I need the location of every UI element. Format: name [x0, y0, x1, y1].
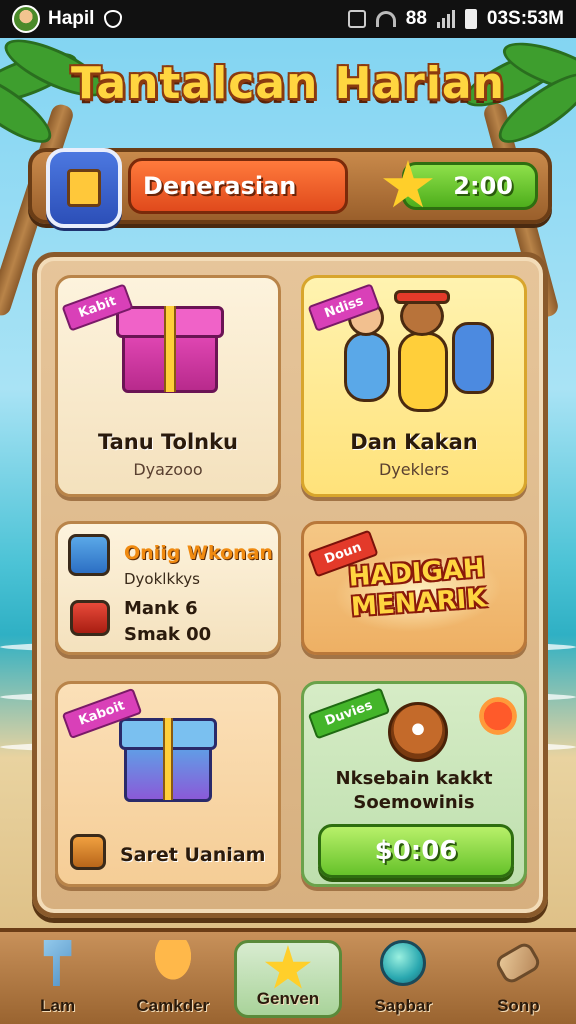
- gift-box-icon: [116, 296, 224, 394]
- card-line: Dyoklkkys: [124, 570, 200, 588]
- reward-card[interactable]: Ndiss Dan Kakan Dyeklers: [301, 275, 527, 497]
- top-bar: Denerasian 2:00: [28, 148, 552, 228]
- bottom-nav: Lam Camkder Genven Sapbar Sonp: [0, 928, 576, 1024]
- card-title: Soemowinis: [353, 792, 475, 813]
- reward-card[interactable]: Kaboit Saret Uaniam: [55, 681, 281, 887]
- nav-label: Sapbar: [374, 996, 432, 1015]
- category-icon[interactable]: [46, 148, 122, 228]
- nav-item-genven[interactable]: Genven: [233, 940, 342, 1018]
- nav-label: Lam: [40, 996, 76, 1015]
- chest-icon: [70, 600, 110, 636]
- gem-icon: [380, 940, 427, 986]
- score-display: 2:00: [402, 162, 538, 210]
- card-title: Dan Kakan: [350, 430, 478, 454]
- status-bar: Hapil 88 03S:53M: [0, 0, 576, 38]
- card-ribbon: Duvies: [307, 687, 390, 740]
- book-icon: [68, 534, 110, 576]
- card-subtitle: Dyeklers: [378, 460, 450, 479]
- avatar: [12, 5, 40, 33]
- nav-label: Genven: [256, 989, 320, 1008]
- gift-box-icon: [118, 708, 218, 803]
- reward-card[interactable]: Oniig Wkonan Dyoklkkys Mank 6 Smak 00: [55, 521, 281, 655]
- score-value: 2:00: [453, 172, 513, 200]
- carrier-name: Hapil: [48, 8, 95, 29]
- nav-label: Camkder: [136, 996, 210, 1015]
- card-subtitle: Dyazooo: [133, 460, 203, 479]
- clock: 03S:53M: [486, 8, 564, 29]
- orb-icon: [388, 702, 448, 762]
- battery-icon: [464, 9, 477, 29]
- nav-label: Sonp: [497, 996, 540, 1015]
- hammer-icon: [43, 940, 72, 986]
- card-line: Smak 00: [124, 624, 212, 645]
- nav-item-sapbar[interactable]: Sapbar: [349, 938, 457, 1022]
- price-button[interactable]: $0:06: [318, 824, 514, 878]
- nav-item-lam[interactable]: Lam: [4, 938, 112, 1022]
- card-title: Oniig Wkonan: [124, 542, 273, 564]
- card-line: Mank 6: [124, 598, 198, 619]
- sim-icon: [347, 10, 366, 28]
- coin-chest-icon: [70, 834, 106, 870]
- page-title: Tantalcan Harian: [71, 58, 505, 109]
- card-title: Saret Uaniam: [120, 844, 266, 866]
- signal-icon: [436, 10, 455, 28]
- reward-card[interactable]: Kabit Tanu Tolnku Dyazooo: [55, 275, 281, 497]
- card-title: Tanu Tolnku: [97, 430, 239, 454]
- category-button[interactable]: Denerasian: [128, 158, 348, 214]
- card-title: Nksebain kakkt: [335, 768, 493, 789]
- star-icon: [264, 945, 312, 989]
- book-icon: [67, 169, 101, 207]
- rewards-panel: Kabit Tanu Tolnku Dyazooo Ndiss Dan Kaka…: [32, 252, 548, 918]
- purchase-card[interactable]: Duvies Nksebain kakkt Soemowinis $0:06: [301, 681, 527, 887]
- category-label: Denerasian: [143, 172, 297, 200]
- signal-label: 88: [405, 8, 427, 29]
- nav-item-sonp[interactable]: Sonp: [464, 938, 572, 1022]
- scroll-icon: [493, 940, 544, 986]
- wifi-icon: [375, 11, 396, 27]
- mushroom-icon: [149, 940, 196, 986]
- promo-card[interactable]: HADIGAH MENARIK Doun: [301, 521, 527, 655]
- shield-icon: [104, 10, 123, 28]
- nav-item-camkder[interactable]: Camkder: [119, 938, 227, 1022]
- gem-icon: [476, 694, 520, 738]
